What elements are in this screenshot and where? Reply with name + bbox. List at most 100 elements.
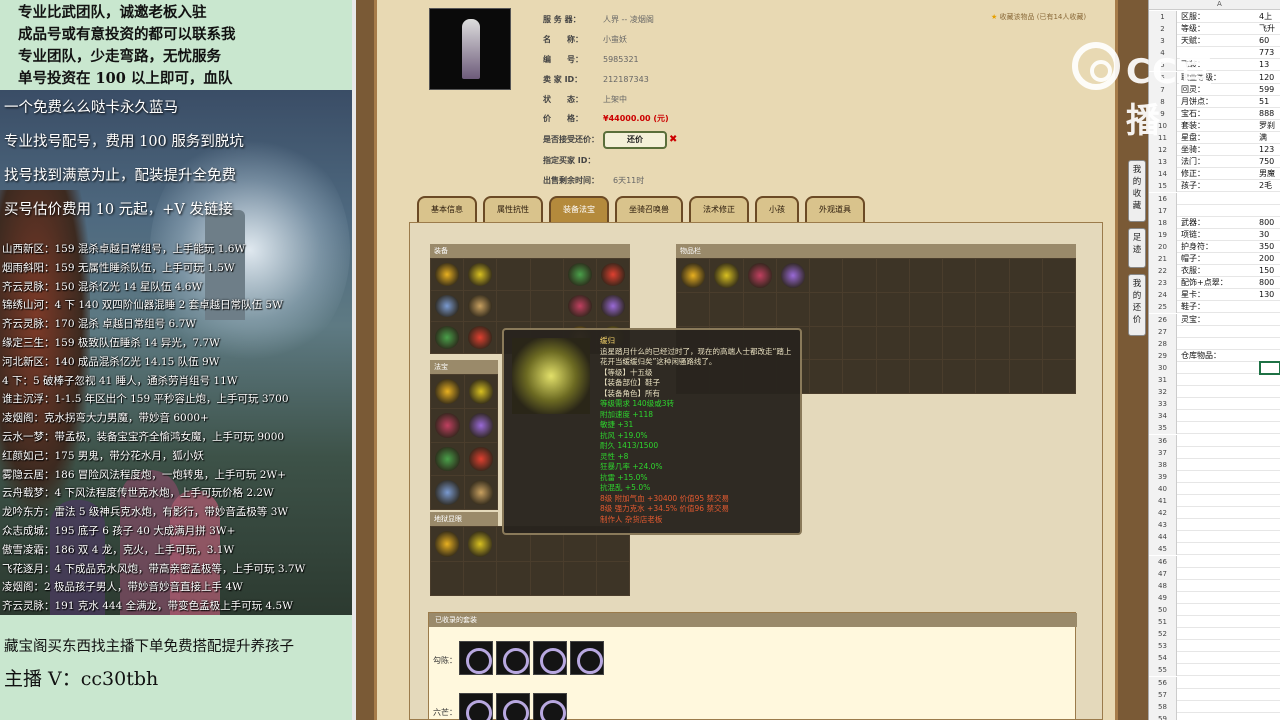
grid-slot[interactable] — [563, 290, 596, 322]
sheet-row[interactable]: 41 — [1149, 495, 1280, 508]
sheet-row[interactable]: 47 — [1149, 567, 1280, 580]
grid-slot[interactable] — [810, 292, 843, 326]
grid-slot[interactable] — [497, 259, 530, 290]
sheet-row[interactable]: 25 鞋子： — [1149, 301, 1280, 314]
sheet-row[interactable]: 46 — [1149, 555, 1280, 568]
grid-slot[interactable] — [976, 326, 1009, 360]
grid-slot[interactable] — [843, 292, 876, 326]
ring-icon[interactable] — [570, 641, 604, 675]
grid-slot[interactable] — [1009, 360, 1042, 393]
grid-slot[interactable] — [810, 360, 843, 393]
grid-slot[interactable] — [876, 259, 909, 292]
grid-slot[interactable] — [464, 408, 497, 442]
grid-slot[interactable] — [843, 259, 876, 292]
sheet-row[interactable]: 28 — [1149, 337, 1280, 350]
sheet-row[interactable]: 38 — [1149, 458, 1280, 471]
grid-slot[interactable] — [530, 290, 563, 322]
grid-slot[interactable] — [909, 360, 942, 393]
sheet-row[interactable]: 27 — [1149, 325, 1280, 338]
grid-slot[interactable] — [710, 259, 743, 292]
sheet-row[interactable]: 1 区服： 4上 — [1149, 11, 1280, 24]
tab-1[interactable]: 属性抗性 — [483, 196, 543, 222]
sheet-row[interactable]: 26 灵宝： — [1149, 313, 1280, 326]
close-icon[interactable]: ✖ — [669, 134, 677, 145]
selected-cell[interactable] — [1259, 361, 1280, 375]
sheet-row[interactable]: 58 — [1149, 700, 1280, 713]
ring-icon[interactable] — [533, 693, 567, 720]
grid-slot[interactable] — [943, 326, 976, 360]
grid-slot[interactable] — [876, 326, 909, 360]
grid-slot[interactable] — [1009, 292, 1042, 326]
grid-slot[interactable] — [464, 375, 497, 408]
sheet-row[interactable]: 31 — [1149, 374, 1280, 387]
tab-6[interactable]: 外观道具 — [805, 196, 865, 222]
grid-slot[interactable] — [563, 259, 596, 290]
grid-slot[interactable] — [810, 326, 843, 360]
grid-slot[interactable] — [976, 360, 1009, 393]
grid-slot[interactable] — [943, 259, 976, 292]
grid-slot[interactable] — [843, 326, 876, 360]
grid-slot[interactable] — [743, 292, 776, 326]
grid-slot[interactable] — [431, 259, 464, 290]
grid-slot[interactable] — [710, 292, 743, 326]
tab-0[interactable]: 基本信息 — [417, 196, 477, 222]
sheet-row[interactable]: 39 — [1149, 470, 1280, 483]
grid-slot[interactable] — [563, 561, 596, 595]
grid-slot[interactable] — [431, 442, 464, 476]
grid-slot[interactable] — [677, 292, 710, 326]
side-button-2[interactable]: 我的还价 — [1128, 274, 1146, 336]
sheet-row[interactable]: 33 — [1149, 398, 1280, 411]
sheet-row[interactable]: 54 — [1149, 652, 1280, 665]
sheet-row[interactable]: 2 等级： 飞升 — [1149, 23, 1280, 36]
sheet-row[interactable]: 22 衣服： 150 — [1149, 265, 1280, 278]
sheet-row[interactable]: 34 — [1149, 410, 1280, 423]
grid-slot[interactable] — [943, 360, 976, 393]
grid-slot[interactable] — [530, 259, 563, 290]
sheet-row[interactable]: 50 — [1149, 603, 1280, 616]
grid-slot[interactable] — [497, 290, 530, 322]
side-button-1[interactable]: 足迹 — [1128, 228, 1146, 268]
grid-slot[interactable] — [464, 442, 497, 476]
sheet-row[interactable]: 53 — [1149, 640, 1280, 653]
grid-slot[interactable] — [743, 259, 776, 292]
sheet-row[interactable]: 43 — [1149, 519, 1280, 532]
sheet-row[interactable]: 20 护身符： 350 — [1149, 240, 1280, 253]
sheet-row[interactable]: 45 — [1149, 543, 1280, 556]
grid-slot[interactable] — [530, 561, 563, 595]
ring-icon[interactable] — [459, 693, 493, 720]
sheet-row[interactable]: 21 帽子： 200 — [1149, 253, 1280, 266]
grid-slot[interactable] — [776, 259, 809, 292]
sheet-row[interactable]: 48 — [1149, 579, 1280, 592]
grid-slot[interactable] — [976, 259, 1009, 292]
grid-slot[interactable] — [431, 561, 464, 595]
sheet-row[interactable]: 37 — [1149, 446, 1280, 459]
grid-slot[interactable] — [810, 259, 843, 292]
ring-icon[interactable] — [496, 641, 530, 675]
sheet-row[interactable]: 17 — [1149, 204, 1280, 217]
grid-slot[interactable] — [431, 408, 464, 442]
grid-slot[interactable] — [976, 292, 1009, 326]
grid-slot[interactable] — [1042, 360, 1075, 393]
side-button-0[interactable]: 我的收藏 — [1128, 160, 1146, 222]
sheet-row[interactable]: 24 星卡： 130 — [1149, 289, 1280, 302]
ring-icon[interactable] — [496, 693, 530, 720]
sheet-row[interactable]: 14 修正： 男魔 — [1149, 168, 1280, 181]
sheet-row[interactable]: 13 法门： 750 — [1149, 156, 1280, 169]
grid-slot[interactable] — [1042, 259, 1075, 292]
sheet-row[interactable]: 42 — [1149, 507, 1280, 520]
ring-icon[interactable] — [459, 641, 493, 675]
ring-icon[interactable] — [533, 641, 567, 675]
grid-slot[interactable] — [909, 259, 942, 292]
grid-slot[interactable] — [1042, 326, 1075, 360]
bargain-button[interactable]: 还价 — [603, 130, 667, 149]
sheet-row[interactable]: 55 — [1149, 664, 1280, 677]
sheet-row[interactable]: 44 — [1149, 531, 1280, 544]
tab-5[interactable]: 小孩 — [755, 196, 799, 222]
grid-slot[interactable] — [431, 527, 464, 561]
sheet-row[interactable]: 49 — [1149, 591, 1280, 604]
sheet-row[interactable]: 56 — [1149, 676, 1280, 689]
grid-slot[interactable] — [596, 259, 629, 290]
tab-3[interactable]: 坐骑召唤兽 — [615, 196, 683, 222]
tab-4[interactable]: 法术修正 — [689, 196, 749, 222]
grid-slot[interactable] — [843, 360, 876, 393]
